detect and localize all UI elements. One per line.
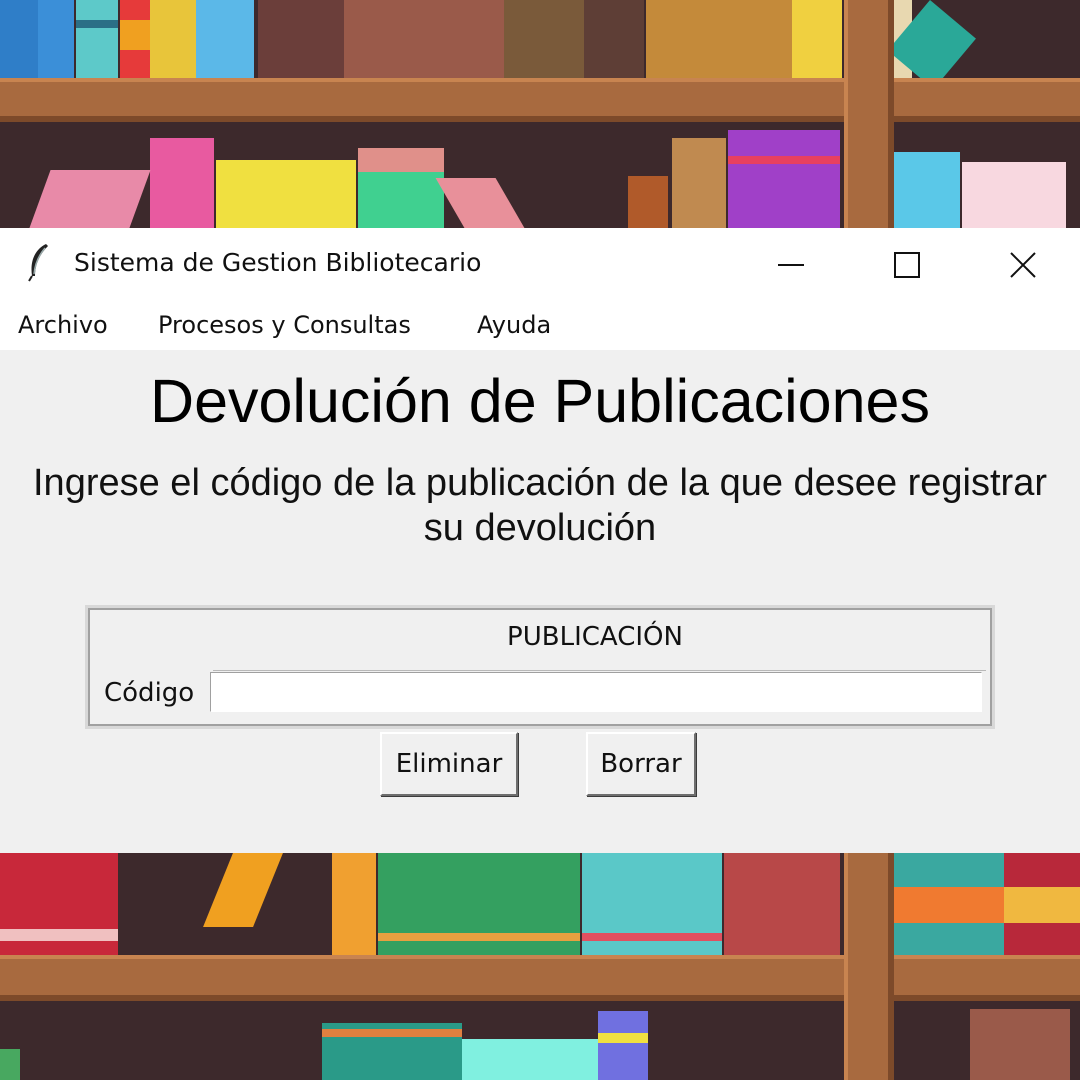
page-title: Devolución de Publicaciones	[150, 367, 930, 435]
maximize-icon	[894, 252, 920, 278]
instructions-line-2: su devolución	[423, 507, 657, 549]
menu-ayuda[interactable]: Ayuda	[477, 311, 551, 339]
delete-button[interactable]: Eliminar	[380, 732, 518, 796]
maximize-button[interactable]	[872, 242, 942, 288]
code-input[interactable]	[210, 672, 982, 712]
close-button[interactable]	[988, 242, 1058, 288]
menu-bar: Archivo Procesos y Consultas Ayuda	[0, 301, 1080, 350]
menu-archivo[interactable]: Archivo	[18, 311, 108, 339]
form-content: Devolución de Publicaciones Ingrese el c…	[0, 350, 1080, 853]
title-bar: Sistema de Gestion Bibliotecario	[0, 228, 1080, 301]
instructions-text: Ingrese el código de la publicación de l…	[0, 461, 1080, 551]
menu-procesos-y-consultas[interactable]: Procesos y Consultas	[158, 311, 411, 339]
minimize-button[interactable]	[756, 242, 826, 288]
window-title: Sistema de Gestion Bibliotecario	[74, 248, 482, 277]
application-window: Sistema de Gestion Bibliotecario Archivo…	[0, 228, 1080, 853]
bookshelf-background-top	[0, 0, 1080, 228]
minimize-icon	[778, 264, 804, 266]
panel-title: PUBLICACIÓN	[507, 622, 683, 652]
publication-panel: PUBLICACIÓN Código	[85, 605, 995, 729]
instructions-line-1: Ingrese el código de la publicación de l…	[33, 462, 1047, 504]
code-label: Código	[104, 678, 195, 708]
feather-icon	[28, 244, 48, 282]
panel-divider	[213, 670, 986, 671]
close-icon	[1010, 252, 1036, 278]
clear-button[interactable]: Borrar	[586, 732, 696, 796]
bookshelf-background-bottom	[0, 853, 1080, 1080]
